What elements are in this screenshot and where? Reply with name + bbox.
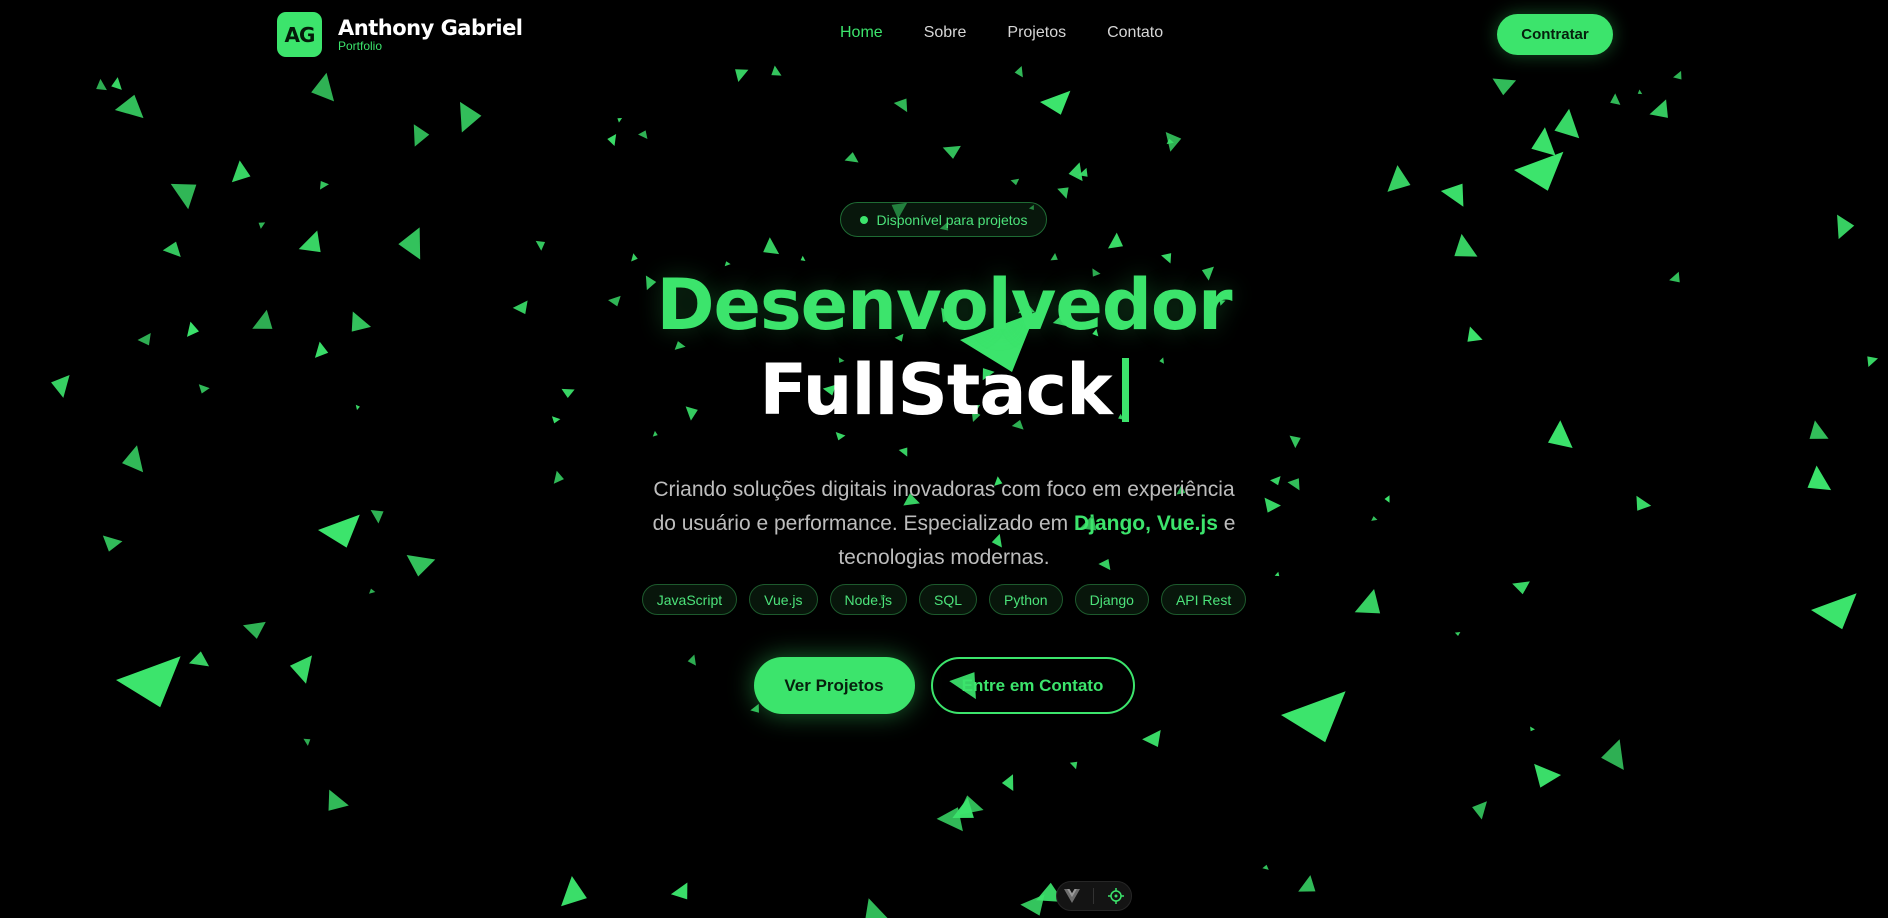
- tag-django: Django: [1074, 584, 1149, 615]
- contact-button[interactable]: Entre em Contato: [930, 657, 1135, 714]
- tag-nodejs: Node.js: [829, 584, 907, 615]
- hire-button[interactable]: Contratar: [1497, 14, 1613, 55]
- hero-section: Disponível para projetos Desenvolvedor F…: [0, 0, 1888, 918]
- view-projects-button[interactable]: Ver Projetos: [753, 657, 915, 714]
- nav-home[interactable]: Home: [840, 24, 883, 42]
- highlight-django: Django: [1073, 512, 1146, 535]
- cta-group: Ver Projetos Entre em Contato: [0, 657, 1888, 714]
- hero-title-line1: Desenvolvedor: [656, 264, 1232, 346]
- tag-javascript: JavaScript: [641, 584, 738, 615]
- status-dot-icon: [859, 215, 868, 224]
- brand[interactable]: AG Anthony Gabriel Portfolio: [277, 12, 523, 57]
- tag-sql: SQL: [918, 584, 977, 615]
- hero-description: Criando soluções digitais inovadoras com…: [644, 473, 1244, 575]
- nav-projects[interactable]: Projetos: [1007, 24, 1066, 42]
- availability-badge: Disponível para projetos: [840, 202, 1047, 237]
- vue-logo-icon[interactable]: [1063, 889, 1080, 903]
- highlight-separator: ,: [1145, 512, 1157, 535]
- highlight-vuejs: Vue.js: [1156, 512, 1218, 535]
- hero-title-line2: FullStack: [0, 355, 1888, 425]
- nav-about[interactable]: Sobre: [924, 24, 967, 42]
- toolbar-divider: [1093, 888, 1095, 904]
- brand-name: Anthony Gabriel: [338, 15, 523, 40]
- tech-tags: JavaScript Vue.js Node.js SQL Python Dja…: [0, 584, 1888, 615]
- crosshair-icon[interactable]: [1108, 888, 1125, 904]
- site-header: AG Anthony Gabriel Portfolio Home Sobre …: [0, 0, 1888, 70]
- availability-text: Disponível para projetos: [876, 211, 1028, 228]
- logo-badge: AG: [277, 12, 322, 57]
- nav-contact[interactable]: Contato: [1107, 24, 1163, 42]
- dev-toolbar: [1056, 881, 1132, 911]
- tag-python: Python: [989, 584, 1063, 615]
- typing-cursor-icon: [1121, 358, 1129, 422]
- main-nav: Home Sobre Projetos Contato: [840, 24, 1204, 42]
- hero-title-line2-text: FullStack: [759, 349, 1112, 431]
- brand-subtitle: Portfolio: [338, 38, 383, 53]
- tag-api-rest: API Rest: [1160, 584, 1247, 615]
- brand-text: Anthony Gabriel Portfolio: [338, 15, 523, 53]
- tag-vuejs: Vue.js: [749, 584, 818, 615]
